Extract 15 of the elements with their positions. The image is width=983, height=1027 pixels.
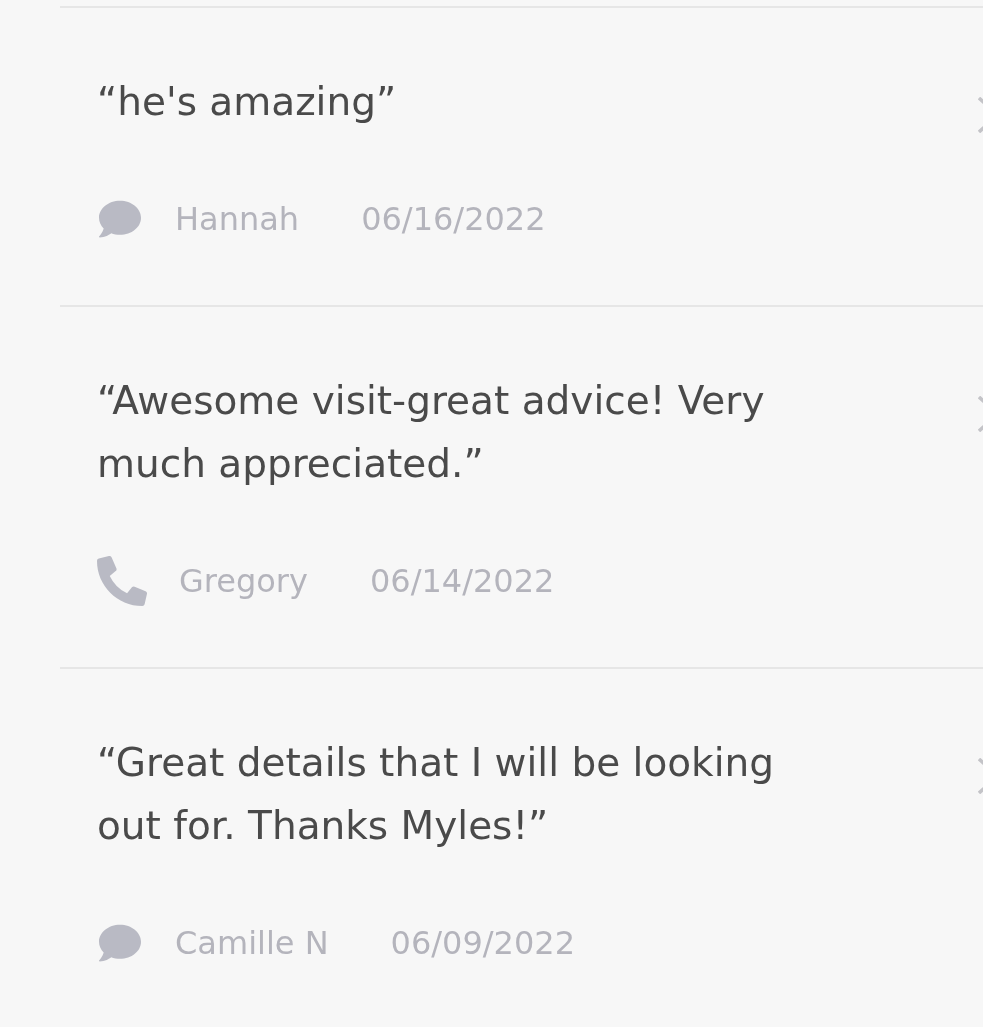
chevron-right-icon (978, 97, 983, 133)
review-date: 06/09/2022 (390, 923, 576, 964)
review-quote: “Great details that I will be looking out for. Thanks Myles!” (97, 739, 775, 850)
review-author: Hannah (175, 199, 300, 240)
speech-bubble-icon (97, 922, 143, 964)
chevron-right-icon (978, 758, 983, 794)
chevron-right-icon (978, 396, 983, 432)
review-date: 06/14/2022 (369, 561, 555, 602)
phone-icon (97, 556, 147, 606)
review-author: Gregory (179, 561, 308, 602)
review-date: 06/16/2022 (361, 199, 546, 240)
review-author: Camille N (175, 923, 329, 964)
review-quote: “he's amazing” (97, 78, 398, 126)
speech-bubble-icon (97, 198, 143, 240)
review-quote: “Awesome visit-great advice! Very much appreciated.” (97, 377, 766, 488)
